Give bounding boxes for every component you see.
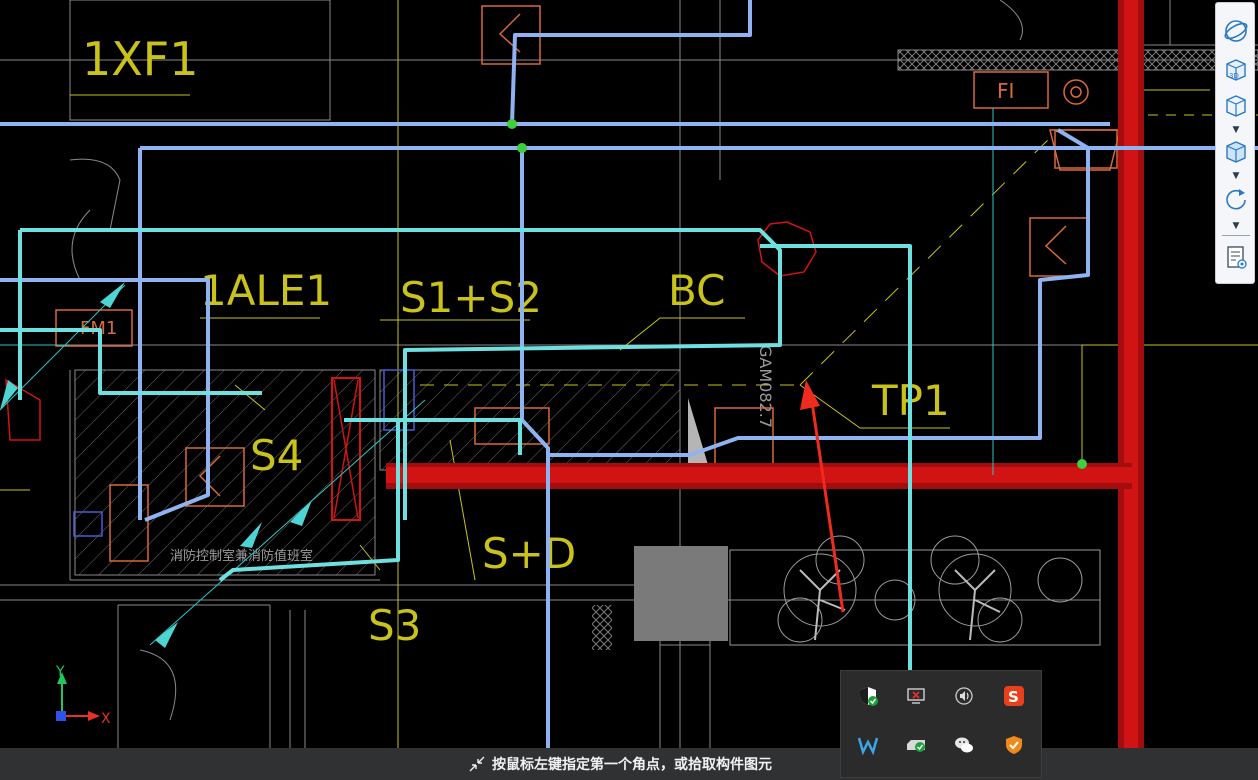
view-3d-button[interactable]: 3D — [1220, 53, 1252, 85]
axis-y-label: Y — [55, 664, 65, 680]
label-bc: BC — [668, 266, 725, 315]
toolbar-separator — [1222, 235, 1250, 236]
cad-drawing-canvas[interactable]: 1XF1 1ALE1 S1+S2 BC TP1 S4 S+D S3 FI FM1… — [0, 0, 1258, 780]
label-s3: S3 — [368, 601, 421, 650]
tray-shield-check[interactable] — [856, 684, 880, 708]
view-cube-2-dropdown[interactable]: ▼ — [1229, 171, 1243, 181]
label-1ale1: 1ALE1 — [200, 266, 332, 315]
tray-drive-check[interactable] — [904, 733, 928, 757]
drive-check-icon — [907, 740, 925, 752]
ucs-axis-icon: Y X — [55, 664, 111, 727]
view-toolbar: 3D ▼ ▼ ▼ — [1215, 2, 1255, 284]
planter-trees — [729, 535, 1101, 646]
sogou-input-icon: S — [1004, 686, 1024, 706]
system-tray-popup: S — [840, 670, 1042, 778]
cube-3d-icon: 3D — [1226, 59, 1246, 81]
wechat-icon — [955, 737, 973, 753]
corner-select-icon — [469, 756, 485, 772]
tray-wechat[interactable] — [952, 733, 976, 757]
svg-text:S: S — [1008, 688, 1019, 706]
label-s4: S4 — [250, 431, 303, 480]
grey-column — [634, 546, 728, 641]
cube-solid-icon — [1226, 141, 1246, 163]
tray-sogou-input[interactable]: S — [1002, 684, 1026, 708]
orbit-icon — [1224, 20, 1248, 42]
cross-hatched-edge — [592, 605, 612, 650]
label-s-d: S+D — [482, 529, 576, 578]
view-cube-button[interactable] — [1220, 89, 1252, 121]
document-view-icon — [1227, 246, 1247, 269]
junction-dot-2 — [517, 143, 527, 153]
command-prompt-text: 按鼠标左键指定第一个角点，或拾取构件图元 — [492, 757, 772, 773]
properties-button[interactable] — [1220, 241, 1252, 273]
view-3d-label: 3D — [1229, 72, 1239, 80]
shield-check-icon — [860, 687, 878, 706]
label-1xf1: 1XF1 — [82, 32, 199, 86]
speaker-icon — [955, 687, 973, 705]
command-prompt: 按鼠标左键指定第一个角点，或拾取构件图元 — [468, 748, 772, 780]
tray-network-error[interactable] — [904, 684, 928, 708]
status-bar: 按鼠标左键指定第一个角点，或拾取构件图元 — [0, 748, 1258, 780]
junction-dot-1 — [507, 119, 517, 129]
red-hexagon-symbol — [757, 221, 817, 277]
view-cube-2-button[interactable] — [1220, 135, 1252, 167]
label-gam: GAM082.7 — [756, 345, 775, 428]
tray-app-w[interactable] — [856, 733, 880, 757]
hatched-wall-left — [74, 369, 376, 576]
tray-speaker[interactable] — [952, 684, 976, 708]
rotate-button[interactable] — [1220, 183, 1252, 215]
tray-security-shield[interactable] — [1002, 733, 1026, 757]
network-error-icon — [907, 688, 925, 704]
view-cube-dropdown[interactable]: ▼ — [1229, 125, 1243, 135]
orbit-button[interactable] — [1220, 15, 1252, 47]
junction-dot-3 — [1077, 459, 1087, 469]
label-room-note: 消防控制室兼消防值班室 — [170, 548, 313, 564]
cross-hatched-strip — [897, 49, 1258, 71]
security-shield-icon — [1006, 736, 1022, 754]
rotate-icon — [1226, 189, 1246, 210]
label-fi: FI — [997, 79, 1014, 103]
app-w-icon — [857, 737, 879, 756]
cube-icon — [1226, 95, 1246, 117]
axis-x-label: X — [101, 711, 111, 727]
rotate-dropdown[interactable]: ▼ — [1229, 221, 1243, 231]
